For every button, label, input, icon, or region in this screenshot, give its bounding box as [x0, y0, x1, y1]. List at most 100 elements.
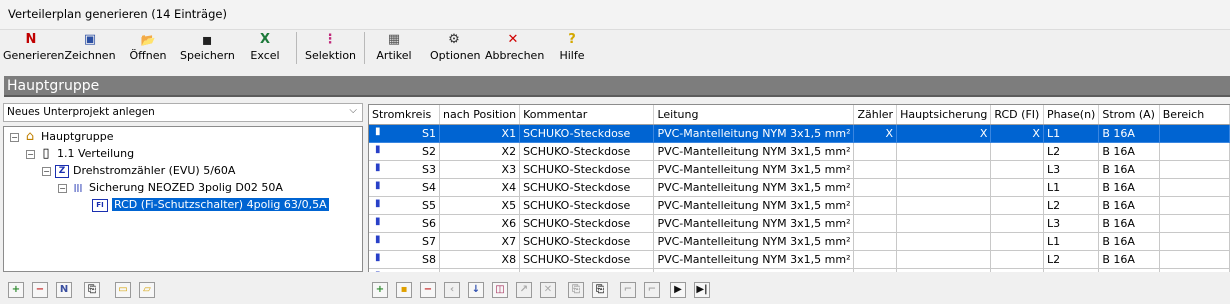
table-cell[interactable]: ▮ S6 [369, 214, 441, 233]
table-cell[interactable]: SCHUKO-Steckdose [519, 250, 655, 269]
table-cell[interactable] [896, 142, 992, 161]
column-header[interactable]: Kommentar [519, 105, 655, 125]
collapse-icon[interactable]: − [26, 149, 35, 159]
add-node-button[interactable]: + [8, 282, 24, 298]
column-header[interactable]: Stromkreis [369, 105, 441, 125]
table-cell[interactable] [1159, 250, 1230, 269]
table-cell[interactable] [853, 268, 898, 272]
table-cell[interactable] [1159, 142, 1230, 161]
table-cell[interactable] [896, 160, 992, 179]
insert-row-button[interactable]: ▪ [396, 282, 412, 298]
table-cell[interactable]: ▮ S7 [369, 232, 441, 251]
column-header[interactable]: RCD (FI) [990, 105, 1044, 125]
column-header[interactable]: Hauptsicherung [896, 105, 992, 125]
article-button[interactable]: ▦ Artikel [375, 30, 413, 66]
table-cell[interactable]: L2 [1043, 196, 1100, 215]
tree-node-fuse[interactable]: − ||| Sicherung NEOZED 3polig D02 50A [58, 180, 283, 196]
table-cell[interactable]: PVC-Mantelleitung NYM 3x1,5 mm² [653, 178, 855, 197]
table-cell[interactable] [990, 250, 1044, 269]
table-cell[interactable] [1159, 196, 1230, 215]
table-cell[interactable]: B 16A [1098, 214, 1160, 233]
table-cell[interactable]: B 16A [1098, 232, 1160, 251]
cancel-button[interactable]: ✕ Abbrechen [485, 30, 544, 66]
table-cell[interactable]: L1 [1043, 178, 1100, 197]
table-row[interactable]: ▮S9X9SCHUKO-SteckdosePVC-Mantelleitung N… [369, 268, 1230, 272]
table-row[interactable]: ▮ S7 X7 SCHUKO-Steckdose PVC-Mantelleitung N… [369, 232, 1230, 251]
table-row[interactable]: ▮ S4 X4 SCHUKO-Steckdose PVC-Mantelleitung N… [369, 178, 1230, 197]
disabled-button-3[interactable]: ✕ [540, 282, 556, 298]
table-cell[interactable] [990, 214, 1044, 233]
table-cell[interactable]: L1 [1043, 124, 1100, 143]
last-button[interactable]: ▶| [694, 282, 710, 298]
table-cell[interactable]: X [896, 124, 992, 143]
table-cell[interactable]: SCHUKO-Steckdose [519, 232, 655, 251]
column-header[interactable]: Leitung [653, 105, 855, 125]
collapse-icon[interactable]: − [10, 132, 19, 142]
table-cell[interactable]: L2 [1043, 250, 1100, 269]
table-cell[interactable]: L2 [1043, 142, 1100, 161]
table-cell[interactable] [896, 232, 992, 251]
table-cell[interactable] [1159, 214, 1230, 233]
column-header[interactable]: nach Position [439, 105, 521, 125]
table-row[interactable]: ▮ S1 X1 SCHUKO-Steckdose PVC-Mantelleitung N… [369, 124, 1230, 143]
table-cell[interactable]: SCHUKO-Steckdose [519, 268, 655, 272]
column-header[interactable]: Phase(n) [1043, 105, 1100, 125]
project-tree[interactable]: − ⌂ Hauptgruppe − ▯ 1.1 Verteilung − Z Drehstr… [3, 126, 363, 272]
table-cell[interactable]: ▮ S5 [369, 196, 441, 215]
disabled-button-6[interactable]: ⌐ [644, 282, 660, 298]
table-cell[interactable] [853, 196, 898, 215]
tree-node-verteilung[interactable]: − ▯ 1.1 Verteilung [26, 146, 134, 162]
help-button[interactable]: ? Hilfe [558, 30, 586, 66]
collapse-icon[interactable]: − [42, 166, 51, 176]
chevron-down-icon[interactable]: ⌵ [349, 105, 357, 116]
table-cell[interactable] [896, 250, 992, 269]
split-button[interactable]: ◫ [492, 282, 508, 298]
table-cell[interactable]: X9 [439, 268, 521, 272]
collapse-icon[interactable]: − [58, 183, 67, 193]
table-cell[interactable]: PVC-Mantelleitung NYM 3x1,5 mm² [653, 142, 855, 161]
table-cell[interactable]: X1 [439, 124, 521, 143]
table-cell[interactable]: L1 [1043, 232, 1100, 251]
tree-node-hauptgruppe[interactable]: − ⌂ Hauptgruppe [10, 129, 114, 145]
generate-button[interactable]: N Generieren [3, 30, 64, 66]
add-row-button[interactable]: + [372, 282, 388, 298]
table-cell[interactable]: X6 [439, 214, 521, 233]
tree-node-rcd[interactable]: FI RCD (Fi-Schutzschalter) 4polig 63/0,5A [92, 197, 329, 213]
save-button[interactable]: ▪ Speichern [180, 30, 235, 66]
table-cell[interactable] [896, 268, 992, 272]
column-header[interactable]: Bereich [1159, 105, 1230, 125]
delete-row-button[interactable]: − [420, 282, 436, 298]
table-cell[interactable]: B 16A [1098, 178, 1160, 197]
table-cell[interactable]: B 16A [1098, 160, 1160, 179]
table-cell[interactable]: ▮ S3 [369, 160, 441, 179]
table-cell[interactable]: PVC-Mantelleitung NYM 3x1,5 mm² [653, 124, 855, 143]
circuit-grid[interactable]: Stromkreis nach Position Kommentar Leitung Z… [368, 104, 1230, 272]
copy-row-button[interactable]: ⎘ [592, 282, 608, 298]
table-cell[interactable] [1159, 268, 1230, 272]
disabled-button-5[interactable]: ⌐ [620, 282, 636, 298]
table-cell[interactable] [853, 142, 898, 161]
table-cell[interactable] [990, 268, 1044, 272]
copy-node-button[interactable]: ⎘ [84, 282, 100, 298]
remove-node-button[interactable]: − [32, 282, 48, 298]
table-cell[interactable]: SCHUKO-Steckdose [519, 142, 655, 161]
table-cell[interactable]: X5 [439, 196, 521, 215]
column-header[interactable]: Zähler [853, 105, 898, 125]
table-cell[interactable]: SCHUKO-Steckdose [519, 124, 655, 143]
table-cell[interactable]: B 16A [1098, 142, 1160, 161]
table-cell[interactable] [990, 160, 1044, 179]
table-cell[interactable]: X7 [439, 232, 521, 251]
table-cell[interactable]: ▮ S2 [369, 142, 441, 161]
table-cell[interactable]: B 16A [1098, 124, 1160, 143]
table-cell[interactable]: L3 [1043, 214, 1100, 233]
table-cell[interactable]: L3 [1043, 160, 1100, 179]
options-button[interactable]: ⚙ Optionen [430, 30, 480, 66]
table-cell[interactable] [1159, 232, 1230, 251]
table-cell[interactable]: X8 [439, 250, 521, 269]
table-cell[interactable]: X3 [439, 160, 521, 179]
table-row[interactable]: ▮ S3 X3 SCHUKO-Steckdose PVC-Mantelleitung N… [369, 160, 1230, 179]
table-row[interactable]: ▮ S2 X2 SCHUKO-Steckdose PVC-Mantelleitung N… [369, 142, 1230, 161]
table-cell[interactable]: L3 [1043, 268, 1100, 272]
table-cell[interactable] [990, 142, 1044, 161]
table-cell[interactable]: SCHUKO-Steckdose [519, 178, 655, 197]
